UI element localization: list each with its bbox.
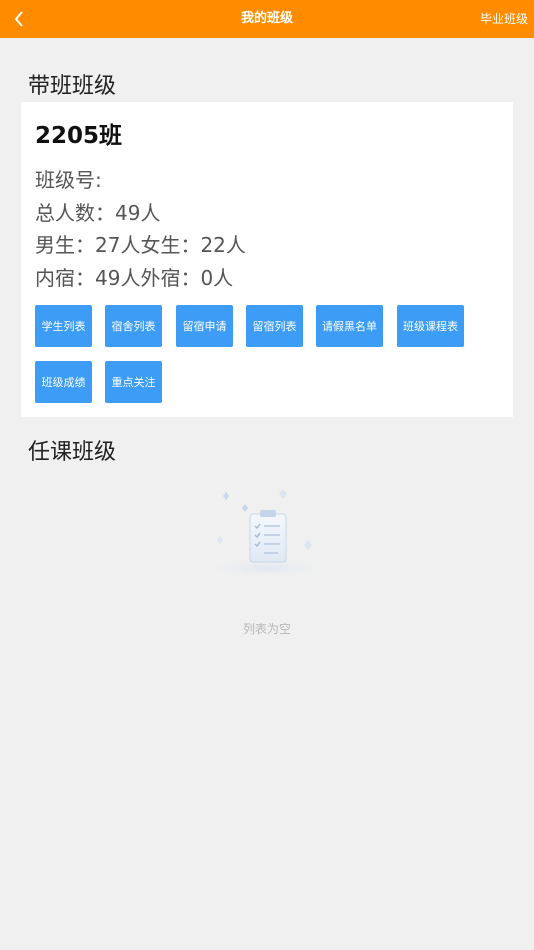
- boarding-count: 内宿：49人外宿：0人: [35, 266, 234, 290]
- graduated-classes-link[interactable]: 毕业班级: [480, 0, 528, 38]
- dorm-list-button[interactable]: 宿舍列表: [105, 305, 162, 347]
- gender-count: 男生：27人女生：22人: [35, 233, 246, 257]
- class-grades-button[interactable]: 班级成绩: [35, 361, 92, 403]
- section-title-teach-class: 任课班级: [28, 440, 117, 465]
- class-name: 2205班: [35, 123, 123, 149]
- total-count: 总人数：49人: [35, 201, 161, 225]
- key-focus-button[interactable]: 重点关注: [105, 361, 162, 403]
- class-number: 班级号:: [35, 168, 102, 192]
- empty-state-text: 列表为空: [242, 622, 291, 636]
- class-schedule-button[interactable]: 班级课程表: [397, 305, 464, 347]
- stay-apply-button[interactable]: 留宿申请: [176, 305, 233, 347]
- page-title: 我的班级: [240, 11, 293, 26]
- empty-clipboard-icon: [197, 489, 337, 578]
- stay-list-button[interactable]: 留宿列表: [246, 305, 303, 347]
- section-title-head-class: 带班班级: [28, 74, 117, 99]
- leave-blacklist-button[interactable]: 请假黑名单: [316, 305, 383, 347]
- top-bar: 我的班级 毕业班级: [0, 0, 534, 38]
- class-card: 2205班 班级号: 总人数：49人 男生：27人女生：22人 内宿：49人外宿…: [21, 102, 513, 417]
- empty-state: [190, 486, 344, 586]
- student-list-button[interactable]: 学生列表: [35, 305, 92, 347]
